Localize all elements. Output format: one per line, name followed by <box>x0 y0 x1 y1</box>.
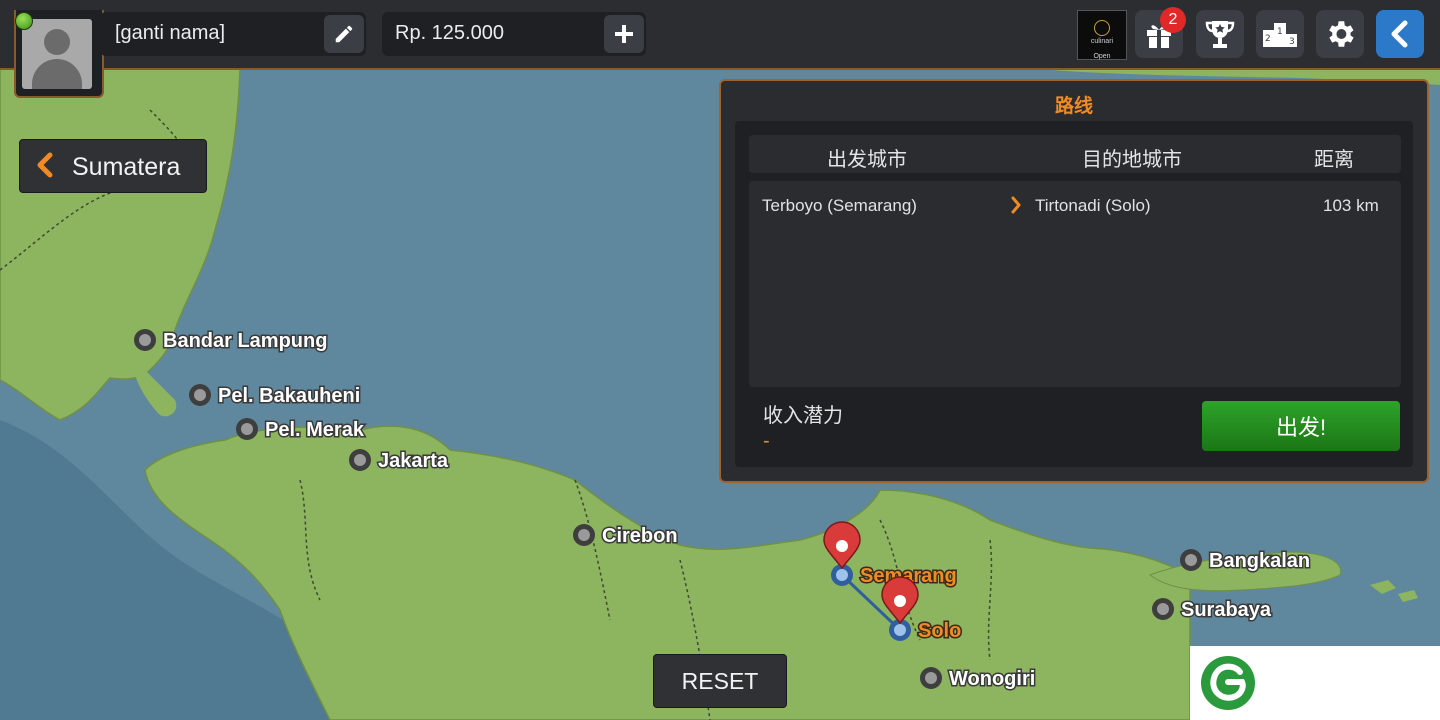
svg-text:Pel. Merak: Pel. Merak <box>265 419 365 441</box>
gear-icon <box>1329 21 1354 47</box>
edit-name-button[interactable] <box>324 15 364 53</box>
city-marker-bandar-lampung[interactable]: Bandar Lampung <box>134 329 329 354</box>
route-panel-title: 路线 <box>1054 96 1093 117</box>
promo-logo-icon <box>1094 20 1110 36</box>
achievements-button[interactable] <box>1196 10 1244 58</box>
svg-text:3: 3 <box>1289 37 1295 47</box>
income-potential-value: - <box>763 430 770 452</box>
city-marker-wonogiri[interactable]: Wonogiri <box>920 667 1037 692</box>
region-back-button[interactable]: Sumatera <box>19 139 207 193</box>
promo-ad-button[interactable]: culinari Open <box>1077 10 1127 60</box>
settings-button[interactable] <box>1316 10 1364 58</box>
svg-text:Bandar Lampung: Bandar Lampung <box>163 330 327 352</box>
route-origin: Terboyo (Semarang) <box>762 196 917 215</box>
svg-text:Solo: Solo <box>918 620 961 642</box>
svg-text:1: 1 <box>1277 27 1283 37</box>
avatar-body <box>32 59 82 89</box>
avatar-head <box>44 29 70 55</box>
route-panel: 路线 出发城市 目的地城市 距离 Terboyo (Semarang) Tirt… <box>719 79 1429 483</box>
svg-text:Wonogiri: Wonogiri <box>949 668 1035 690</box>
col-destination-header: 目的地城市 <box>1082 149 1182 171</box>
player-name: [ganti nama] <box>115 22 226 44</box>
leaderboard-button[interactable]: 1 2 3 <box>1256 10 1304 58</box>
trophy-icon <box>1205 21 1235 48</box>
plus-icon <box>615 25 633 43</box>
col-distance-header: 距离 <box>1314 149 1354 171</box>
svg-text:Surabaya: Surabaya <box>1181 599 1272 621</box>
svg-text:Jakarta: Jakarta <box>378 450 449 472</box>
promo-subtext: Open <box>1093 53 1111 60</box>
svg-text:2: 2 <box>1265 34 1271 44</box>
svg-text:Bangkalan: Bangkalan <box>1209 550 1310 572</box>
route-distance: 103 km <box>1323 196 1379 215</box>
back-button[interactable] <box>1376 10 1424 58</box>
city-marker-cirebon[interactable]: Cirebon <box>573 524 679 549</box>
depart-button[interactable]: 出发! <box>1202 401 1400 451</box>
chevron-left-icon <box>1391 20 1408 48</box>
avatar[interactable] <box>22 19 92 89</box>
online-status-icon <box>15 12 33 30</box>
add-money-button[interactable] <box>604 15 644 53</box>
chevron-left-icon <box>37 152 53 178</box>
reset-button[interactable]: RESET <box>653 654 787 708</box>
route-destination: Tirtonadi (Solo) <box>1035 196 1151 215</box>
svg-text:Cirebon: Cirebon <box>602 525 678 547</box>
podium-icon: 1 2 3 <box>1263 23 1297 47</box>
chevron-right-icon <box>1011 196 1021 214</box>
svg-text:Pel. Bakauheni: Pel. Bakauheni <box>218 385 360 407</box>
income-potential-label: 收入潜力 <box>763 405 843 427</box>
promo-text: culinari <box>1090 38 1114 45</box>
pencil-icon <box>335 25 353 43</box>
gift-count-badge: 2 <box>1160 7 1186 33</box>
city-marker-jakarta[interactable]: Jakarta <box>349 449 450 474</box>
money-amount: Rp. 125.000 <box>395 22 504 44</box>
region-label: Sumatera <box>72 153 181 181</box>
col-origin-header: 出发城市 <box>827 149 907 171</box>
brand-logo-icon <box>1201 656 1255 710</box>
watermark-box <box>1190 646 1440 720</box>
